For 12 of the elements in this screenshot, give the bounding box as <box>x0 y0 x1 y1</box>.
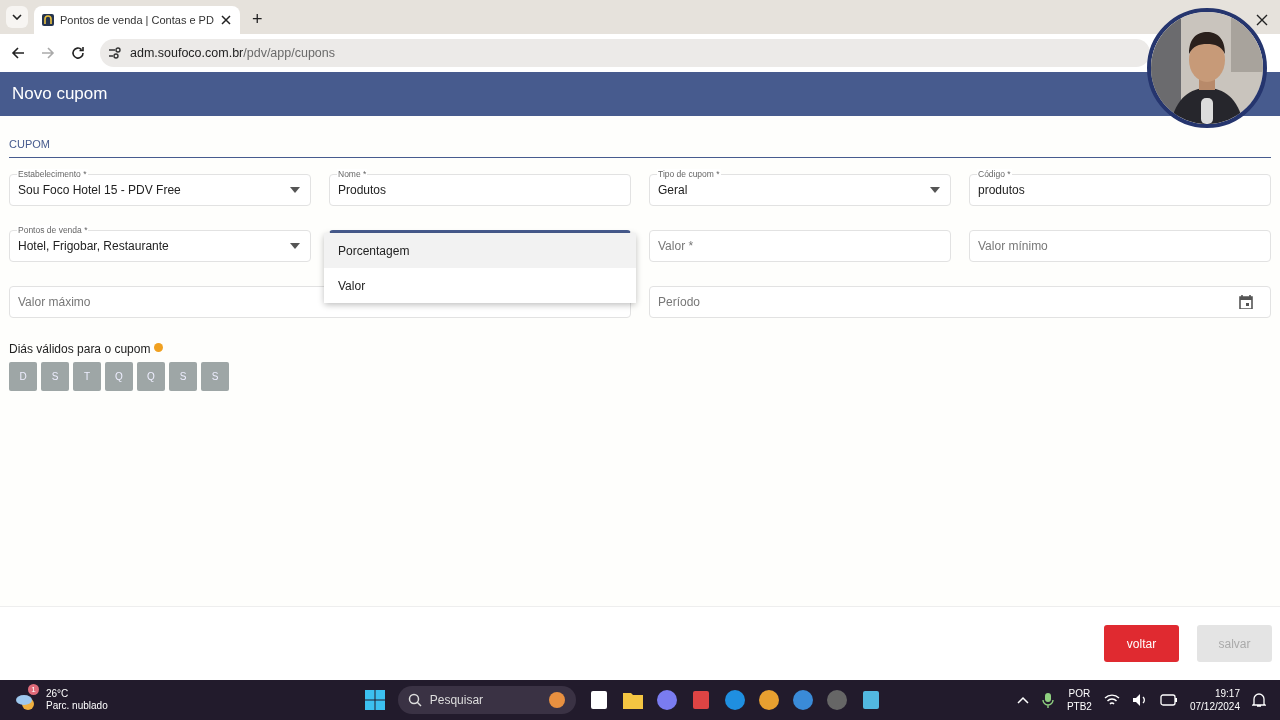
url-text: adm.soufoco.com.br/pdv/app/cupons <box>130 46 335 60</box>
temperature: 26°C <box>46 688 70 700</box>
section-title: CUPOM <box>9 138 50 150</box>
page-title: Novo cupom <box>12 84 108 104</box>
weather-description: Parc. nublado <box>46 700 108 712</box>
days-label: Diás válidos para o cupom <box>9 342 151 356</box>
notification-badge: 1 <box>28 684 39 695</box>
field-label: Pontos de venda * <box>17 225 89 235</box>
field-label: Tipo de cupom * <box>657 169 721 179</box>
field-label: Estabelecimento * <box>17 169 88 179</box>
field-label: Nome * <box>337 169 368 179</box>
field-label: Código * <box>977 169 1012 179</box>
